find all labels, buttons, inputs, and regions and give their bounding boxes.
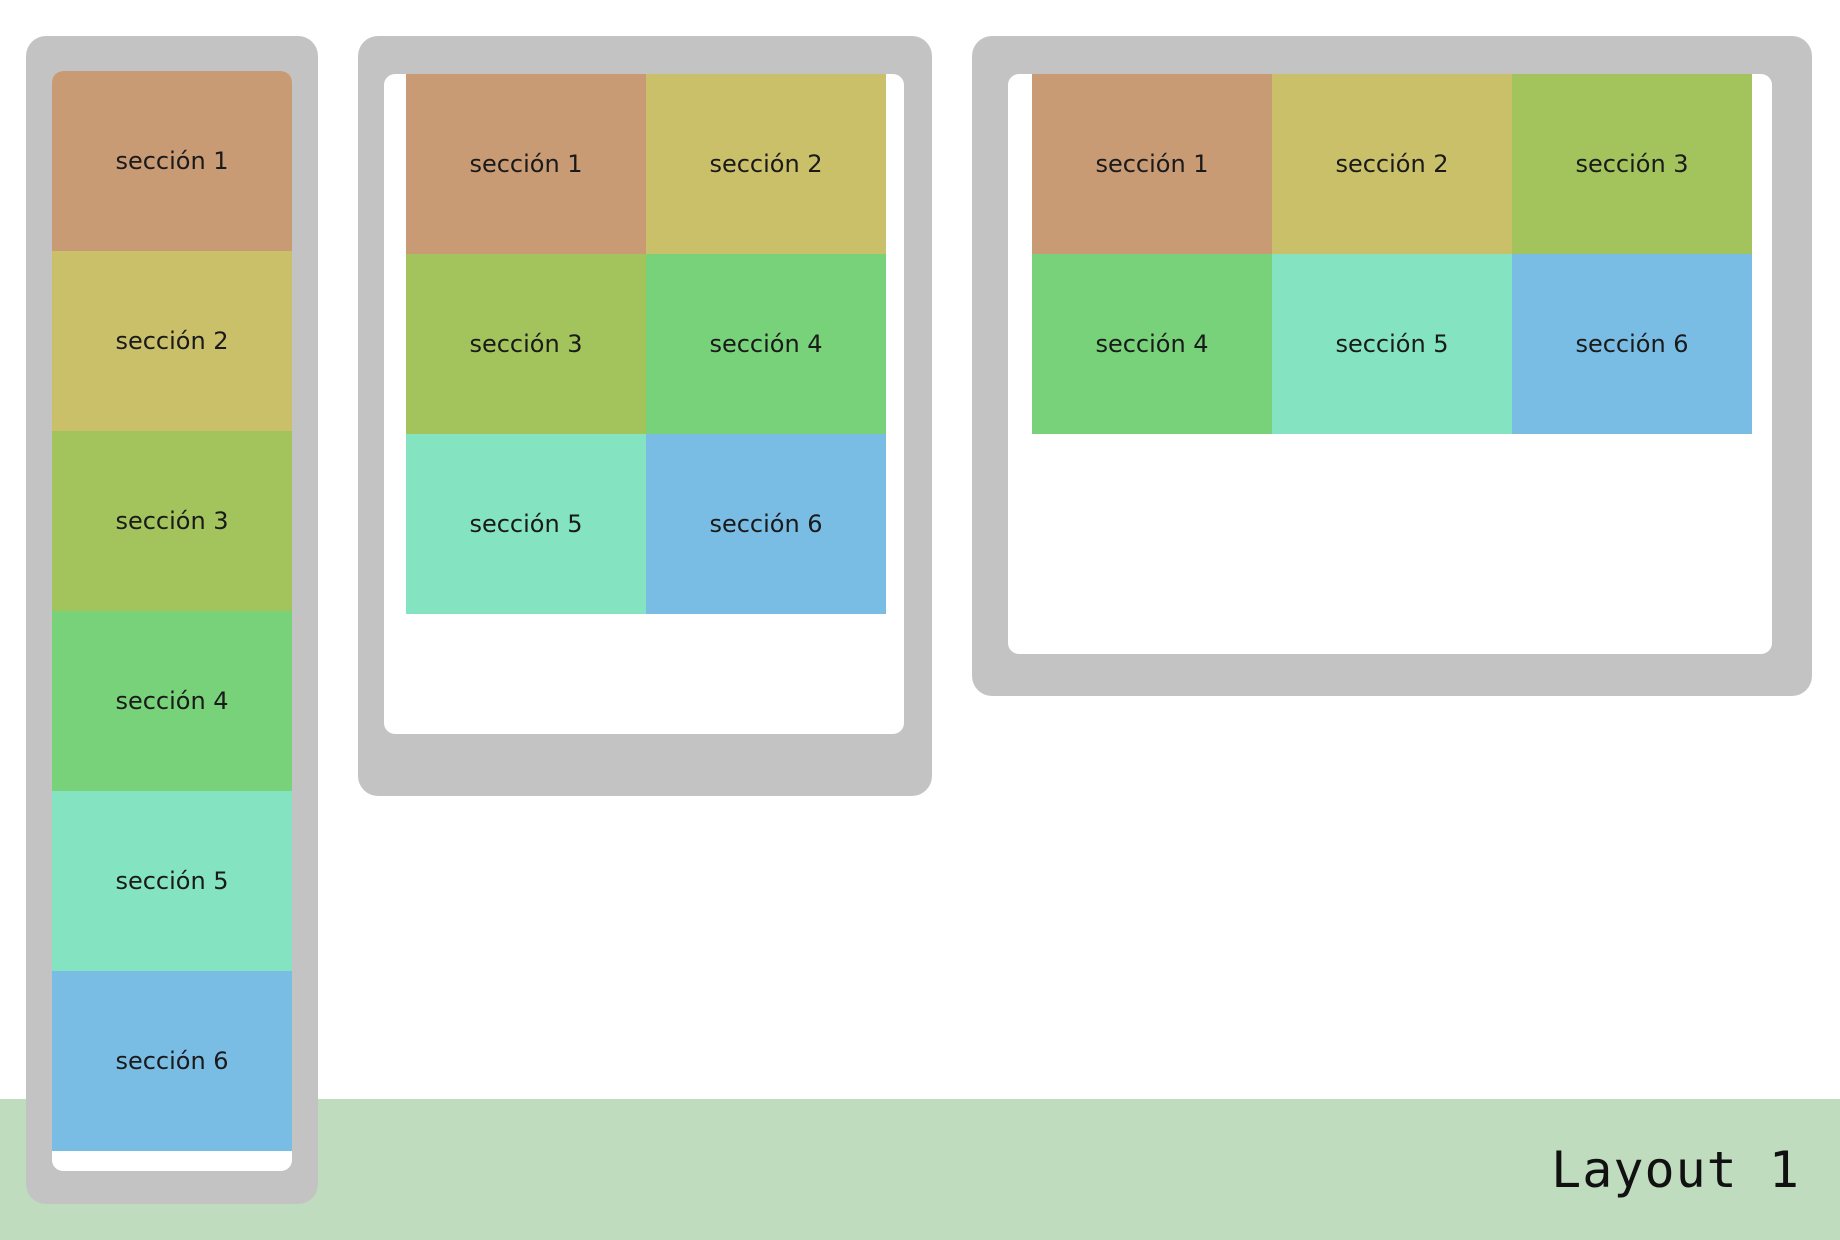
desktop-screen: sección 1 sección 2 sección 3 sección 4 … [1008,74,1772,654]
phone-section-3: sección 3 [52,431,292,611]
phone-section-1: sección 1 [52,71,292,251]
desktop-frame: sección 1 sección 2 sección 3 sección 4 … [972,36,1812,696]
desktop-section-1: sección 1 [1032,74,1272,254]
desktop-section-4: sección 4 [1032,254,1272,434]
desktop-section-5: sección 5 [1272,254,1512,434]
tablet-section-1: sección 1 [406,74,646,254]
tablet-frame: sección 1 sección 2 sección 3 sección 4 … [358,36,932,796]
layout-diagram: Layout 1 sección 1 sección 2 sección 3 s… [0,0,1840,1240]
desktop-section-grid: sección 1 sección 2 sección 3 sección 4 … [1032,74,1752,434]
phone-section-5: sección 5 [52,791,292,971]
phone-section-grid: sección 1 sección 2 sección 3 sección 4 … [52,71,292,1151]
phone-section-4: sección 4 [52,611,292,791]
phone-frame: sección 1 sección 2 sección 3 sección 4 … [26,36,318,1204]
desktop-section-2: sección 2 [1272,74,1512,254]
tablet-section-4: sección 4 [646,254,886,434]
tablet-section-2: sección 2 [646,74,886,254]
desktop-section-3: sección 3 [1512,74,1752,254]
layout-title: Layout 1 [1551,1141,1800,1199]
tablet-section-grid: sección 1 sección 2 sección 3 sección 4 … [406,74,886,614]
tablet-section-5: sección 5 [406,434,646,614]
phone-section-2: sección 2 [52,251,292,431]
phone-screen: sección 1 sección 2 sección 3 sección 4 … [52,71,292,1171]
tablet-screen: sección 1 sección 2 sección 3 sección 4 … [384,74,904,734]
tablet-section-3: sección 3 [406,254,646,434]
desktop-section-6: sección 6 [1512,254,1752,434]
tablet-section-6: sección 6 [646,434,886,614]
phone-section-6: sección 6 [52,971,292,1151]
